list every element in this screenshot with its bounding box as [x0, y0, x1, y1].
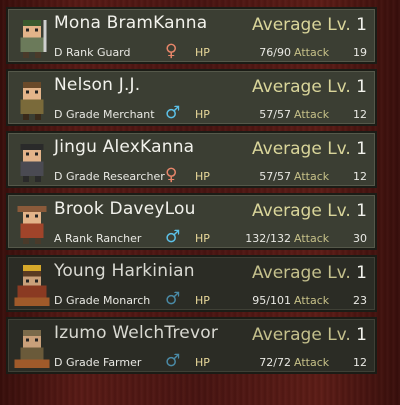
- female-icon: ♀: [165, 165, 178, 185]
- male-icon: ♂: [165, 351, 181, 371]
- hp-label: HP: [195, 232, 210, 245]
- attack-label: Attack: [294, 294, 330, 307]
- unit-role: D Grade Farmer: [54, 356, 142, 369]
- unit-role: D Rank Guard: [54, 46, 131, 59]
- unit-role: D Grade Monarch: [54, 294, 151, 307]
- level-value: 1: [356, 77, 367, 97]
- level-value: 1: [356, 263, 367, 283]
- female-icon: ♀: [165, 41, 178, 61]
- hp-value: 57/57: [259, 108, 291, 121]
- level-label: Average Lv.: [252, 201, 351, 221]
- level-value: 1: [356, 15, 367, 35]
- attack-label: Attack: [294, 232, 330, 245]
- attack-label: Attack: [294, 46, 330, 59]
- unit-role: A Rank Rancher: [54, 232, 142, 245]
- merchant-sprite-icon: [20, 81, 44, 121]
- unit-role: D Grade Merchant: [54, 108, 155, 121]
- attack-value: 30: [353, 232, 367, 245]
- unit-card[interactable]: Young Harkinian Average Lv. 1 D Grade Mo…: [6, 255, 377, 312]
- male-icon: ♂: [165, 227, 181, 247]
- attack-label: Attack: [294, 356, 330, 369]
- attack-value: 19: [353, 46, 367, 59]
- unit-card[interactable]: Izumo WelchTrevor Average Lv. 1 D Grade …: [6, 317, 377, 374]
- unit-card[interactable]: Brook DaveyLou Average Lv. 1 A Rank Ranc…: [6, 193, 377, 250]
- hp-label: HP: [195, 356, 210, 369]
- unit-name: Mona BramKanna: [54, 13, 208, 33]
- hp-value: 132/132: [245, 232, 291, 245]
- guard-sprite-icon: [20, 19, 47, 59]
- unit-role: D Grade Researcher: [54, 170, 165, 183]
- level-label: Average Lv.: [252, 325, 351, 345]
- attack-value: 12: [353, 108, 367, 121]
- monarch-sprite-icon: [14, 265, 50, 307]
- level-value: 1: [356, 139, 367, 159]
- hp-label: HP: [195, 46, 210, 59]
- level-label: Average Lv.: [252, 15, 351, 35]
- farmer-sprite-icon: [14, 329, 50, 369]
- unit-name: Young Harkinian: [54, 261, 195, 281]
- unit-card[interactable]: Nelson J.J. Average Lv. 1 D Grade Mercha…: [6, 69, 377, 126]
- unit-name: Brook DaveyLou: [54, 199, 196, 219]
- level-label: Average Lv.: [252, 139, 351, 159]
- attack-label: Attack: [294, 108, 330, 121]
- level-label: Average Lv.: [252, 263, 351, 283]
- unit-name: Jingu AlexKanna: [54, 137, 195, 157]
- level-value: 1: [356, 325, 367, 345]
- hp-label: HP: [195, 170, 210, 183]
- male-icon: ♂: [165, 289, 181, 309]
- attack-label: Attack: [294, 170, 330, 183]
- hp-value: 72/72: [259, 356, 291, 369]
- researcher-sprite-icon: [20, 143, 44, 183]
- hp-label: HP: [195, 108, 210, 121]
- attack-value: 12: [353, 356, 367, 369]
- unit-name: Izumo WelchTrevor: [54, 323, 219, 343]
- hp-value: 95/101: [252, 294, 291, 307]
- attack-value: 12: [353, 170, 367, 183]
- unit-card[interactable]: Mona BramKanna Average Lv. 1 D Rank Guar…: [6, 7, 377, 64]
- hp-value: 76/90: [259, 46, 291, 59]
- male-icon: ♂: [165, 103, 181, 123]
- hp-value: 57/57: [259, 170, 291, 183]
- hp-label: HP: [195, 294, 210, 307]
- unit-name: Nelson J.J.: [54, 75, 141, 95]
- unit-card[interactable]: Jingu AlexKanna Average Lv. 1 D Grade Re…: [6, 131, 377, 188]
- level-label: Average Lv.: [252, 77, 351, 97]
- attack-value: 23: [353, 294, 367, 307]
- rancher-sprite-icon: [17, 205, 47, 245]
- level-value: 1: [356, 201, 367, 221]
